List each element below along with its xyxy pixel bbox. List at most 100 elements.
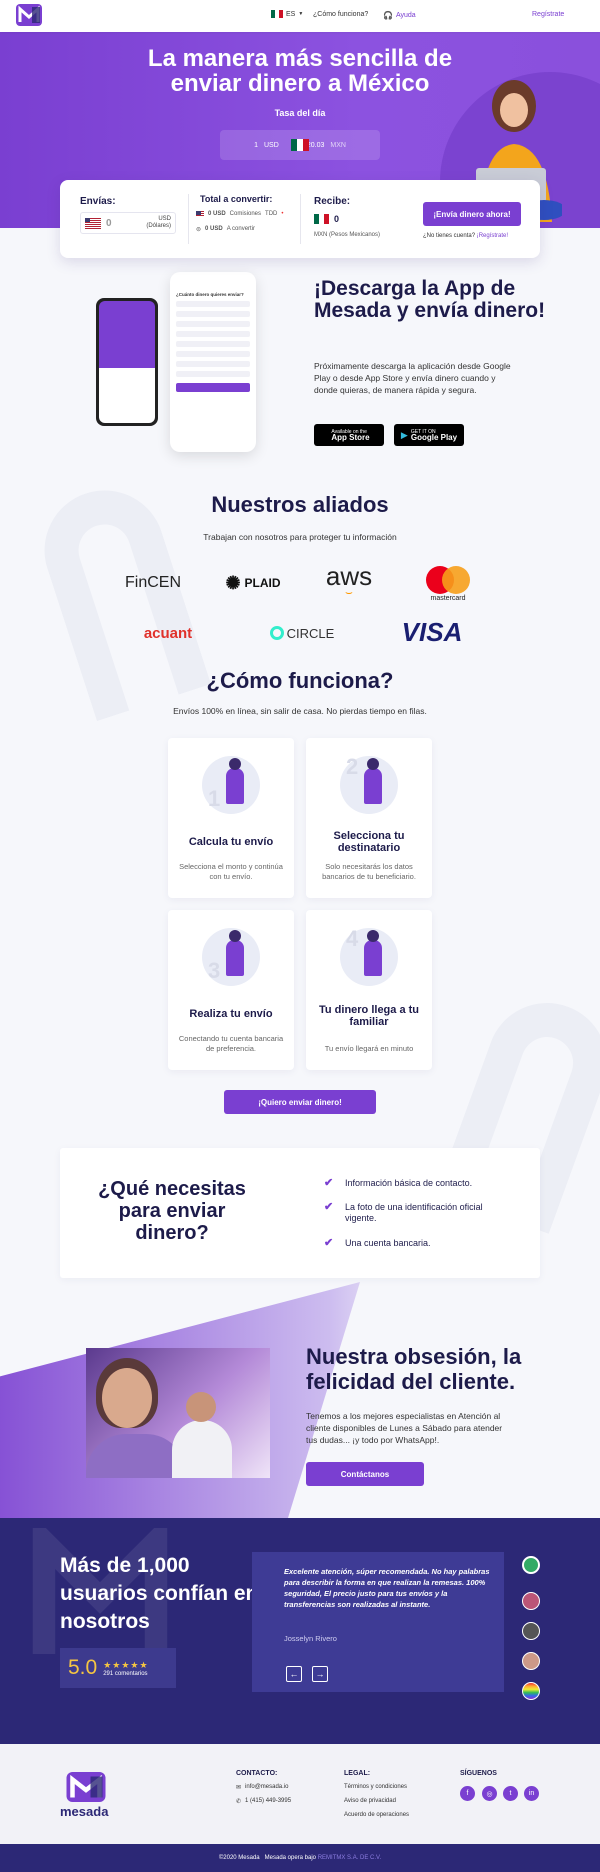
partner-fincen-logo: FinCEN [124,574,181,591]
play-icon: ▶ [400,430,408,440]
reviewer-avatar[interactable] [522,1682,540,1700]
company-link[interactable]: REMITMX S.A. DE C.V. [318,1855,381,1861]
app-store-button[interactable]: Available on the App Store [314,424,384,446]
copyright-text: ©2020 Mesada [218,1855,260,1861]
language-label: ES [286,10,296,18]
mexico-flag-icon [314,214,329,224]
how-title: ¿Cómo funciona? [206,668,394,693]
social-heading: SÍGUENOS [460,1770,497,1777]
nav-help[interactable]: 🎧 Ayuda [383,11,416,20]
reviewer-avatar[interactable] [522,1622,540,1640]
partners-subtitle: Trabajan con nosotros para proteger tu i… [203,532,397,542]
partner-plaid-logo: ✺ PLAID [218,570,288,596]
headset-icon: 🎧 [383,11,393,20]
mexico-flag-icon [291,139,309,151]
privacy-link[interactable]: Aviso de privacidad [344,1798,396,1804]
reviewer-avatar[interactable] [522,1652,540,1670]
step-title: Calcula tu envío [188,836,274,848]
legal-heading: LEGAL: [344,1770,371,1777]
hero-title: La manera más sencilla de enviar dinero … [147,45,453,97]
receive-amount: 0 [314,214,339,224]
linkedin-icon[interactable]: in [524,1786,539,1801]
google-play-button[interactable]: ▶ GET IT ON Google Play [394,424,464,446]
step-number: 4 [346,926,359,951]
app-screen-mockup: ¿Cuánto dinero quieres enviar? [170,272,256,452]
step-text: Solo necesitarás los datos bancarios de … [322,862,416,881]
rating-count: 291 comentarios [103,1670,148,1677]
step-card-4: 4 Tu dinero llega a tu familiar Tu envío… [306,910,432,1070]
total-label: Total a convertir: [200,194,273,204]
step-text: Conectando tu cuenta bancaria de prefere… [178,1034,284,1053]
contact-button[interactable]: Contáctanos [306,1462,424,1486]
footer: mesada CONTACTO: ✉ info@mesada.io ✆ 1 (415… [0,1744,600,1844]
want-to-send-button[interactable]: ¡Quiero enviar dinero! [224,1090,376,1114]
check-icon: ✔ [324,1177,334,1189]
nav-how-it-works[interactable]: ¿Cómo funciona? [313,11,368,18]
top-navbar: ES ▼ ¿Cómo funciona? 🎧 Ayuda Regístrate [0,0,600,32]
contact-email[interactable]: ✉ info@mesada.io [236,1784,288,1791]
rate-title: Tasa del día [274,108,326,118]
send-money-now-button[interactable]: ¡Envía dinero ahora! [423,202,521,226]
rate-usd-currency: USD [263,141,279,149]
usa-flag-icon [85,217,101,229]
requirements-title: ¿Qué necesitas para enviar dinero? [98,1178,246,1244]
mesada-logo[interactable] [66,1772,106,1802]
send-label: Envías: [80,196,116,207]
copyright-bar: ©2020 Mesada Mesada opera bajo REMITMX S… [0,1844,600,1872]
send-amount-input[interactable]: 0 USD (Dólares) [80,212,176,234]
total-fees-row: 0 USD Comisiones TDD • [196,211,283,217]
receive-amount-value: 0 [334,214,340,224]
person-icon [364,758,382,804]
info-icon[interactable]: • [281,211,283,217]
terms-link[interactable]: Términos y condiciones [344,1784,407,1790]
divider [300,194,301,244]
mesada-logo[interactable] [16,4,42,26]
register-link[interactable]: ¡Regístrate! [477,233,508,239]
step-title: Realiza tu envío [189,1008,273,1020]
circle-icon [269,626,284,640]
twitter-icon[interactable]: t [503,1786,518,1801]
app-store-label: Available on the App Store [331,429,369,442]
mock-title: ¿Cuánto dinero quieres enviar? [176,292,244,297]
instagram-icon[interactable]: ◎ [482,1786,497,1801]
step-text: Tu envío llegará en minuto [324,1044,414,1053]
step-card-3: 3 Realiza tu envío Conectando tu cuenta … [168,910,294,1070]
send-amount-value: 0 [106,217,112,229]
contact-heading: CONTACTO: [236,1770,278,1777]
to-convert-usd: 0 USD [205,226,223,232]
requirement-item: Información básica de contacto. [345,1178,473,1188]
arrow-right-icon[interactable]: → [312,1666,328,1682]
to-convert-label: A convertir [226,226,256,232]
brand-name: mesada [60,1804,109,1819]
fees-label: Comisiones [229,211,262,217]
phone-mockup-image [96,298,158,426]
testimonials-title: Más de 1,000 usuarios confían en nosotro… [60,1554,259,1633]
operates-text: Mesada opera bajo [264,1855,317,1861]
reviewer-avatar[interactable] [522,1556,540,1574]
divider [188,194,189,244]
how-subtitle: Envíos 100% en línea, sin salir de casa.… [173,706,427,716]
check-icon: ✔ [324,1237,334,1249]
step-card-2: 2 Selecciona tu destinatario Solo necesi… [306,738,432,898]
rating-box: 5.0 ★★★★★ 291 comentarios [60,1648,176,1688]
person-icon [364,930,382,976]
send-currency-code: USD [158,216,171,222]
language-selector[interactable]: ES ▼ [271,10,303,18]
facebook-icon[interactable]: f [460,1786,475,1801]
step-number: 2 [346,754,359,779]
contact-phone[interactable]: ✆ 1 (415) 449-3995 [236,1798,291,1805]
register-link[interactable]: Regístrate [532,11,564,18]
operations-link[interactable]: Acuerdo de operaciones [344,1812,409,1818]
no-account-text: ¿No tienes cuenta? ¡Regístrate! [423,233,508,239]
testimonials-section: Más de 1,000 usuarios confían en nosotro… [0,1518,600,1744]
app-section-text: Próximamente descarga la aplicación desd… [314,361,511,395]
step-title: Tu dinero llega a tu familiar [318,1004,420,1028]
arrow-left-icon[interactable]: ← [286,1666,302,1682]
person-icon [226,930,244,976]
chevron-down-icon: ▼ [298,11,304,17]
reviewer-avatar[interactable] [522,1592,540,1610]
app-section-title: ¡Descarga la App de Mesada y envía diner… [314,277,546,322]
mastercard-circles-icon [426,565,470,594]
partner-circle-logo: CIRCLE [262,620,342,646]
support-agents-photo [86,1348,270,1478]
